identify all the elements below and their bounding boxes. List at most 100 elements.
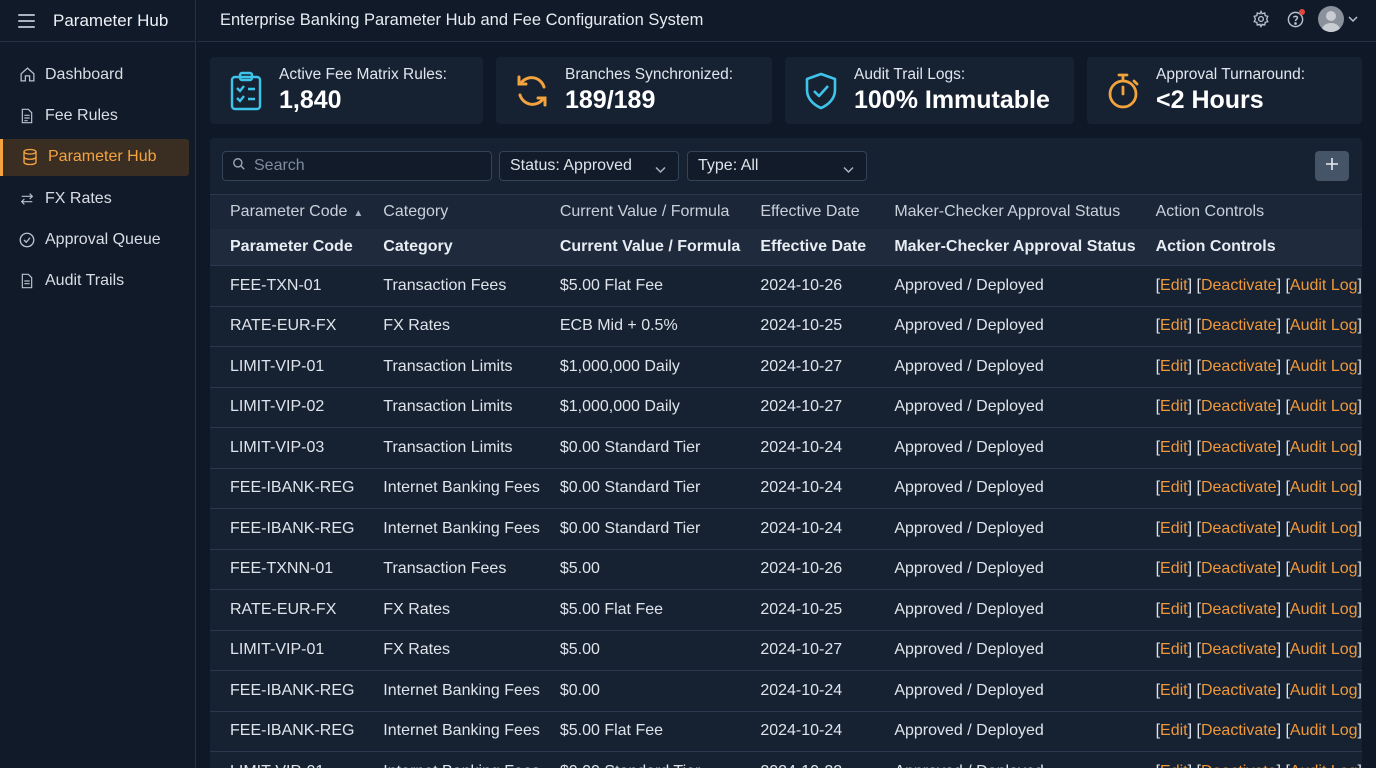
sidebar-item-label: Audit Trails xyxy=(45,272,125,290)
edit-link[interactable]: Edit xyxy=(1160,317,1188,334)
audit-log-link[interactable]: Audit Log xyxy=(1290,682,1358,699)
column-header-parameter-code[interactable]: Parameter Code ▲ xyxy=(210,195,363,229)
sidebar-item-approval-queue[interactable]: Approval Queue xyxy=(6,222,189,259)
status-filter-select[interactable]: Status: Approved xyxy=(499,151,679,181)
audit-log-link[interactable]: Audit Log xyxy=(1290,479,1358,496)
edit-link[interactable]: Edit xyxy=(1160,358,1188,375)
audit-log-link[interactable]: Audit Log xyxy=(1290,520,1358,537)
search-box[interactable] xyxy=(222,151,492,181)
edit-link[interactable]: Edit xyxy=(1160,520,1188,537)
audit-log-link[interactable]: Audit Log xyxy=(1290,358,1358,375)
document-icon xyxy=(18,107,36,125)
cell-approval-status: Approved / Deployed xyxy=(874,752,1135,768)
stat-label: Branches Synchronized: xyxy=(565,66,734,83)
edit-link[interactable]: Edit xyxy=(1160,439,1188,456)
audit-log-link[interactable]: Audit Log xyxy=(1290,763,1358,768)
stat-card-branches: Branches Synchronized: 189/189 xyxy=(496,57,772,124)
audit-log-link[interactable]: Audit Log xyxy=(1290,317,1358,334)
audit-log-link[interactable]: Audit Log xyxy=(1290,277,1358,294)
audit-log-link[interactable]: Audit Log xyxy=(1290,560,1358,577)
cell-action-controls: [Edit] [Deactivate] [Audit Log] xyxy=(1155,438,1362,456)
parameter-table: Parameter Code ▲ Category Current Value /… xyxy=(210,194,1362,768)
gear-icon[interactable] xyxy=(1250,8,1272,30)
audit-log-link[interactable]: Audit Log xyxy=(1290,641,1358,658)
stat-value: 100% Immutable xyxy=(854,86,1050,114)
column-header-value[interactable]: Current Value / Formula xyxy=(540,195,740,229)
audit-log-link[interactable]: Audit Log xyxy=(1290,722,1358,739)
cell-category: Transaction Limits xyxy=(383,398,513,416)
table-row[interactable]: LIMIT-VIP-01 FX Rates $5.00 2024-10-27 Appro… xyxy=(210,630,1362,671)
sidebar-item-dashboard[interactable]: Dashboard xyxy=(6,56,189,93)
deactivate-link[interactable]: Deactivate xyxy=(1201,763,1277,768)
audit-log-link[interactable]: Audit Log xyxy=(1290,398,1358,415)
edit-link[interactable]: Edit xyxy=(1160,601,1188,618)
edit-link[interactable]: Edit xyxy=(1160,722,1188,739)
type-filter-select[interactable]: Type: All xyxy=(687,151,867,181)
cell-effective-date: 2024-10-25 xyxy=(760,600,843,618)
deactivate-link[interactable]: Deactivate xyxy=(1201,358,1277,375)
table-row[interactable]: LIMIT-VIP-01Internet Banking Fees$0.00 S… xyxy=(210,751,1362,768)
table-row[interactable]: LIMIT-VIP-01 Transaction Limits $1,000,000… xyxy=(210,346,1362,388)
sidebar-item-fee-rules[interactable]: Fee Rules xyxy=(6,97,189,134)
sidebar-item-fx-rates[interactable]: FX Rates xyxy=(6,180,189,217)
sidebar-item-label: Approval Queue xyxy=(45,231,161,249)
edit-link[interactable]: Edit xyxy=(1160,763,1188,768)
table-row[interactable]: FEE-IBANK-REG Internet Banking Fees $0.00 2… xyxy=(210,670,1362,712)
stat-label: Active Fee Matrix Rules: xyxy=(279,66,447,83)
avatar[interactable] xyxy=(1318,6,1344,32)
table-row[interactable]: FEE-TXNN-01 Transaction Fees $5.00 2024-10-… xyxy=(210,549,1362,590)
table-row[interactable]: FEE-IBANK-REG Internet Banking Fees $0.00 … xyxy=(210,468,1362,509)
cell-category: Internet Banking Fees xyxy=(383,519,540,537)
cell-approval-status: Approved / Deployed xyxy=(894,438,1044,456)
menu-icon[interactable] xyxy=(18,13,35,28)
audit-log-link[interactable]: Audit Log xyxy=(1290,439,1358,456)
edit-link[interactable]: Edit xyxy=(1160,641,1188,658)
edit-link[interactable]: Edit xyxy=(1160,479,1188,496)
deactivate-link[interactable]: Deactivate xyxy=(1201,601,1277,618)
search-input[interactable] xyxy=(254,157,474,175)
table-row[interactable]: LIMIT-VIP-03 Transaction Limits $0.00 Stan… xyxy=(210,427,1362,469)
edit-link[interactable]: Edit xyxy=(1160,560,1188,577)
column-header-effective-date[interactable]: Effective Date xyxy=(740,195,874,229)
cell-parameter-code: LIMIT-VIP-01 xyxy=(230,641,325,659)
cell-effective-date: 2024-10-24 xyxy=(760,681,843,699)
deactivate-link[interactable]: Deactivate xyxy=(1201,277,1277,294)
deactivate-link[interactable]: Deactivate xyxy=(1201,439,1277,456)
table-row[interactable]: LIMIT-VIP-02 Transaction Limits $1,000,000… xyxy=(210,387,1362,428)
deactivate-link[interactable]: Deactivate xyxy=(1201,641,1277,658)
edit-link[interactable]: Edit xyxy=(1160,277,1188,294)
subheader-actions: Action Controls xyxy=(1155,237,1276,255)
cell-action-controls: [Edit] [Deactivate] [Audit Log] xyxy=(1155,681,1362,699)
sidebar-item-parameter-hub[interactable]: Parameter Hub xyxy=(0,138,189,176)
table-row[interactable]: FEE-TXN-01 Transaction Fees $5.00 Flat Fee… xyxy=(210,265,1362,307)
deactivate-link[interactable]: Deactivate xyxy=(1201,398,1277,415)
cell-effective-date: 2024-10-24 xyxy=(760,519,843,537)
header-actions xyxy=(1250,6,1358,32)
table-row[interactable]: RATE-EUR-FX FX Rates $5.00 Flat Fee 2024-10… xyxy=(210,589,1362,631)
chevron-down-icon[interactable] xyxy=(1348,8,1358,30)
column-header-approval-status[interactable]: Maker-Checker Approval Status xyxy=(874,195,1135,229)
column-header-category[interactable]: Category xyxy=(363,195,540,229)
edit-link[interactable]: Edit xyxy=(1160,682,1188,699)
deactivate-link[interactable]: Deactivate xyxy=(1201,479,1277,496)
check-circle-icon xyxy=(18,231,36,249)
table-row[interactable]: FEE-IBANK-REG Internet Banking Fees $0.00 … xyxy=(210,508,1362,550)
table-row[interactable]: RATE-EUR-FX FX Rates ECB Mid + 0.5% 2024-10… xyxy=(210,306,1362,347)
deactivate-link[interactable]: Deactivate xyxy=(1201,722,1277,739)
stat-card-turnaround: Approval Turnaround: <2 Hours xyxy=(1087,57,1362,124)
add-parameter-button[interactable] xyxy=(1315,151,1349,181)
chevron-down-icon xyxy=(843,161,854,179)
deactivate-link[interactable]: Deactivate xyxy=(1201,317,1277,334)
cell-effective-date: 2024-10-24 xyxy=(760,479,843,497)
help-icon[interactable] xyxy=(1284,8,1306,30)
deactivate-link[interactable]: Deactivate xyxy=(1201,560,1277,577)
deactivate-link[interactable]: Deactivate xyxy=(1201,520,1277,537)
clipboard-check-icon xyxy=(228,71,264,111)
table-row[interactable]: FEE-IBANK-REG Internet Banking Fees $5.00 … xyxy=(210,711,1362,752)
audit-log-link[interactable]: Audit Log xyxy=(1290,601,1358,618)
deactivate-link[interactable]: Deactivate xyxy=(1201,682,1277,699)
cell-value: $5.00 xyxy=(559,560,600,578)
sidebar-item-audit-trails[interactable]: Audit Trails xyxy=(6,263,189,300)
edit-link[interactable]: Edit xyxy=(1160,398,1188,415)
plus-icon xyxy=(1325,157,1339,176)
